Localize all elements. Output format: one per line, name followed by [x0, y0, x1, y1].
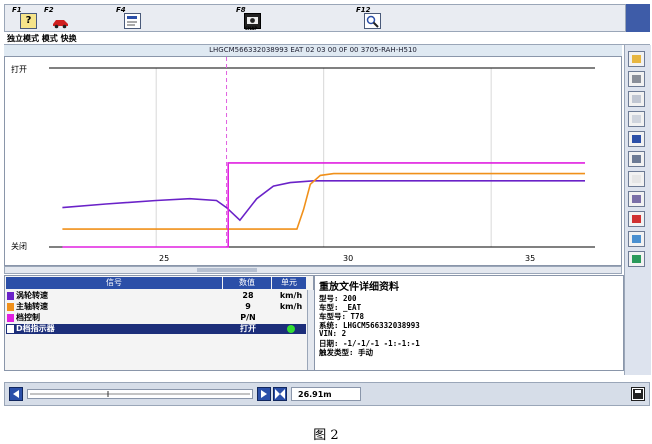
x-tick-label: 30: [343, 254, 354, 263]
series-swatch: [7, 292, 14, 300]
report-icon: [124, 13, 141, 29]
graph-button[interactable]: [628, 151, 645, 167]
plot-area: [49, 57, 595, 248]
signal-value: 28: [242, 291, 254, 300]
exit-button[interactable]: [628, 251, 645, 267]
signal-name: 涡轮转速: [16, 291, 48, 300]
series-swatch: [7, 303, 14, 311]
series-swatch: [7, 325, 14, 333]
signal-name: D档指示器: [16, 324, 55, 333]
detail-title: 重放文件详细资料: [319, 282, 399, 293]
help-icon: ?: [20, 13, 37, 29]
signal-header[interactable]: 信号: [6, 277, 222, 289]
unit-header[interactable]: 单元: [272, 277, 306, 289]
exit-icon: [632, 255, 641, 263]
x-tick-label: 25: [159, 254, 170, 263]
signal-name: 主轴转速: [16, 302, 48, 311]
record-button[interactable]: [628, 91, 645, 107]
series-swatch: [7, 314, 14, 322]
detail-line: VIN: 2: [319, 329, 347, 338]
folder-icon: [632, 55, 641, 63]
list-icon: [632, 115, 641, 123]
graph-scrollbar[interactable]: [4, 266, 622, 274]
table-row[interactable]: 档控制 P/N: [6, 313, 306, 323]
vehicle-info-bar: LHGCM566332038993 EAT 02 03 00 0F 00 370…: [4, 45, 622, 56]
signal-name: 档控制: [16, 313, 40, 322]
value-header[interactable]: 数值: [223, 277, 271, 289]
signal-value: 打开: [240, 324, 256, 333]
snap-label: SNAP: [245, 26, 258, 31]
settings-button[interactable]: [628, 191, 645, 207]
mode-bar: 独立模式 模式 快换: [4, 32, 650, 45]
table-row[interactable]: 主轴转速 9 km/h: [6, 302, 306, 312]
network-icon: [632, 235, 641, 243]
tool-column: [624, 45, 651, 375]
signal-unit: [276, 324, 306, 334]
signal-unit: km/h: [279, 291, 303, 300]
car-icon: [52, 13, 69, 29]
network-button[interactable]: [628, 231, 645, 247]
vehicle-info-text: LHGCM566332038993 EAT 02 03 00 0F 00 370…: [209, 46, 417, 54]
f4-report-button[interactable]: F4: [115, 6, 145, 31]
data-button[interactable]: [628, 131, 645, 147]
table-row[interactable]: 涡轮转速 28 km/h: [6, 291, 306, 301]
step-forward-button[interactable]: [257, 387, 271, 401]
arrow-right-icon: [261, 390, 267, 398]
detail-line: 触发类型: 手动: [319, 348, 374, 357]
list-button[interactable]: [628, 111, 645, 127]
playback-bar: 26.91m: [4, 382, 650, 406]
blank-icon: [632, 175, 641, 183]
signal-value: 9: [245, 302, 251, 311]
print-button[interactable]: [628, 71, 645, 87]
record-icon: [632, 95, 641, 103]
printer-icon: [632, 75, 641, 83]
floppy-disk-icon: [633, 389, 643, 399]
f1-help-button[interactable]: F1 ?: [11, 6, 41, 31]
time-readout: 26.91m: [291, 387, 361, 401]
temperature-button[interactable]: [628, 211, 645, 227]
time-value: 26.91m: [298, 390, 332, 399]
data-icon: [632, 135, 641, 143]
settings-icon: [632, 195, 641, 203]
data-graph: 打开 关闭 25 30 35: [4, 56, 622, 266]
header-corner: [626, 4, 650, 32]
arrow-left-icon: [13, 390, 19, 398]
timeline-ticks: [30, 391, 250, 397]
status-on-icon: [287, 324, 295, 333]
timeline-slider[interactable]: [27, 389, 253, 399]
function-key-toolbar: F1 ? F2 F4 F8 SNAP F12: [4, 4, 626, 32]
f2-vehicle-button[interactable]: F2: [43, 6, 73, 31]
save-button[interactable]: [631, 387, 645, 401]
zoom-icon: [364, 13, 381, 29]
f8-snapshot-button[interactable]: F8 SNAP: [235, 6, 265, 31]
graph-scroll-thumb[interactable]: [197, 268, 257, 272]
signal-table: 信号 数值 单元 涡轮转速 28 km/h 主轴转速 9 km/h 档控制 P/…: [4, 275, 315, 371]
thermometer-icon: [632, 215, 641, 223]
mode-text: 独立模式 模式 快换: [7, 34, 77, 43]
f12-zoom-button[interactable]: F12: [355, 6, 385, 31]
graph-icon: [632, 155, 641, 163]
disabled-button[interactable]: [628, 171, 645, 187]
signal-value: P/N: [240, 313, 256, 322]
figure-caption: 图 2: [313, 428, 339, 443]
table-row-selected[interactable]: D档指示器 打开: [6, 324, 306, 334]
open-folder-button[interactable]: [628, 51, 645, 67]
step-back-button[interactable]: [9, 387, 23, 401]
x-tick-label: 35: [525, 254, 536, 263]
replay-detail-panel: 重放文件详细资料 型号: 200 车型: _EAT 车型号: T78 系统: L…: [314, 275, 624, 371]
fit-button[interactable]: [273, 387, 287, 401]
signal-unit: km/h: [279, 302, 303, 311]
expand-icon: [275, 389, 285, 399]
